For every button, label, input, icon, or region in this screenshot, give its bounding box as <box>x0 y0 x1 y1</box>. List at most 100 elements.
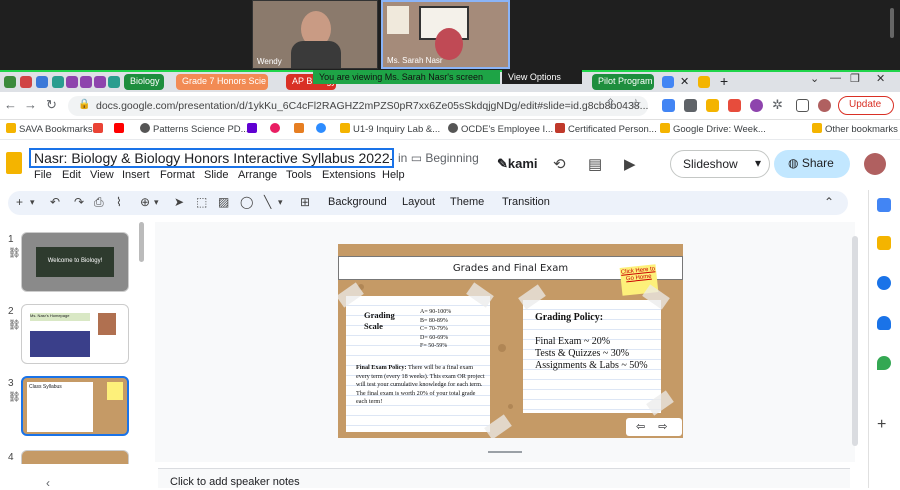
maps-icon[interactable] <box>877 356 891 370</box>
forward-icon[interactable]: → <box>24 97 37 112</box>
menu-format[interactable]: Format <box>160 169 195 181</box>
bookmark-item[interactable] <box>270 123 283 135</box>
slides-tab-favicon[interactable] <box>662 76 674 88</box>
redo-icon[interactable]: ↷ <box>74 195 84 209</box>
tab-group-biology[interactable]: Biology <box>124 74 164 90</box>
speaker-notes[interactable]: Click to add speaker notes <box>158 468 850 488</box>
tab-favicon[interactable] <box>4 76 16 88</box>
slide-thumbnail-3[interactable]: Class Syllabus <box>21 376 129 436</box>
puzzle-icon[interactable]: ✲ <box>772 97 783 113</box>
tab-favicon[interactable] <box>36 76 48 88</box>
share-button[interactable]: ◍ Share <box>774 150 850 178</box>
calendar-icon[interactable] <box>877 198 891 212</box>
close-tab-icon[interactable]: ✕ <box>680 75 689 88</box>
menu-file[interactable]: File <box>34 169 52 181</box>
menu-tools[interactable]: Tools <box>286 169 312 181</box>
print-icon[interactable]: ⎙ <box>94 195 104 210</box>
tab-favicon[interactable] <box>52 76 64 88</box>
bookmark-item[interactable]: U1-9 Inquiry Lab &... <box>340 123 440 135</box>
bookmark-item[interactable]: SAVA Bookmarks <box>6 123 93 135</box>
folder-location[interactable]: in ▭ Beginning <box>398 151 479 165</box>
extension-icon[interactable] <box>684 99 697 112</box>
version-history-icon[interactable]: ⟲ <box>553 155 566 173</box>
undo-icon[interactable]: ↶ <box>50 195 60 209</box>
filmstrip-scrollbar[interactable] <box>139 222 144 262</box>
paint-format-icon[interactable]: ⌇ <box>116 195 122 209</box>
sidepanel-toggle-icon[interactable] <box>796 99 809 112</box>
extension-icon[interactable] <box>662 99 675 112</box>
chevron-down-icon[interactable]: ▾ <box>755 156 761 170</box>
text-box-icon[interactable]: ⬚ <box>196 195 207 209</box>
participant-tile-sarah-nasr[interactable]: Ms. Sarah Nasr <box>381 0 510 69</box>
meet-camera-icon[interactable]: ▶ <box>624 155 636 173</box>
bookmark-item[interactable]: Google Drive: Week... <box>660 123 766 135</box>
slide-thumbnail-1[interactable]: Welcome to Biology! <box>21 232 129 292</box>
tasks-icon[interactable] <box>877 276 891 290</box>
close-window-icon[interactable]: ✕ <box>876 72 885 85</box>
shape-icon[interactable]: ◯ <box>240 195 253 209</box>
url-omnibox[interactable]: 🔒 docs.google.com/presentation/d/1ykKu_6… <box>68 96 648 116</box>
bookmark-star-icon[interactable]: ☆ <box>630 96 642 112</box>
chevron-down-icon[interactable]: ▾ <box>154 197 159 208</box>
reload-icon[interactable]: ↻ <box>46 97 57 113</box>
menu-extensions[interactable]: Extensions <box>322 169 376 181</box>
menu-edit[interactable]: Edit <box>62 169 81 181</box>
tab-favicon[interactable] <box>698 76 710 88</box>
chevron-down-icon[interactable]: ⌄ <box>810 72 819 85</box>
zoom-icon[interactable]: ⊕ <box>140 195 150 209</box>
meet-scrollbar[interactable] <box>890 8 894 38</box>
chevron-down-icon[interactable]: ▾ <box>278 197 283 208</box>
comment-icon[interactable]: ▤ <box>588 155 602 173</box>
tab-favicon[interactable] <box>66 76 78 88</box>
restore-icon[interactable]: ❐ <box>850 72 860 85</box>
tab-favicon[interactable] <box>108 76 120 88</box>
bookmark-item[interactable] <box>247 123 260 135</box>
kami-extension-icon[interactable] <box>750 99 763 112</box>
tab-favicon[interactable] <box>80 76 92 88</box>
bookmark-item[interactable]: Certificated Person... <box>555 123 657 135</box>
bookmark-item[interactable] <box>316 123 329 135</box>
background-button[interactable]: Background <box>328 196 387 208</box>
bookmark-item[interactable]: Patterns Science PD... <box>140 123 249 135</box>
image-icon[interactable]: ▨ <box>218 195 229 209</box>
bookmark-item[interactable]: OCDE's Employee I... <box>448 123 553 135</box>
bookmark-item[interactable] <box>114 123 127 135</box>
new-slide-icon[interactable]: + <box>16 195 23 209</box>
participant-tile-wendy[interactable]: Wendy <box>252 0 378 69</box>
bookmark-item[interactable]: Other bookmarks <box>812 123 898 135</box>
menu-help[interactable]: Help <box>382 169 405 181</box>
prev-arrow-icon[interactable]: ⇦ <box>636 421 645 433</box>
theme-button[interactable]: Theme <box>450 196 484 208</box>
comment-add-icon[interactable]: ⊞ <box>300 195 310 209</box>
next-arrow-icon[interactable]: ⇨ <box>658 421 667 433</box>
canvas-scrollbar[interactable] <box>852 236 858 446</box>
tab-favicon[interactable] <box>20 76 32 88</box>
menu-arrange[interactable]: Arrange <box>238 169 277 181</box>
layout-button[interactable]: Layout <box>402 196 435 208</box>
transition-button[interactable]: Transition <box>502 196 550 208</box>
menu-view[interactable]: View <box>90 169 114 181</box>
profile-avatar[interactable] <box>818 99 831 112</box>
contacts-icon[interactable] <box>877 316 891 330</box>
slide-thumbnail-4[interactable] <box>21 450 129 464</box>
notes-resize-handle[interactable] <box>488 451 522 453</box>
tab-favicon[interactable] <box>94 76 106 88</box>
back-icon[interactable]: ← <box>4 97 17 112</box>
bookmark-item[interactable] <box>93 123 106 135</box>
view-options-button[interactable]: View Options <box>502 70 582 84</box>
new-tab-icon[interactable]: + <box>720 73 728 89</box>
current-slide[interactable]: Grades and Final Exam Click Here to Go H… <box>338 244 683 438</box>
extension-icon[interactable] <box>706 99 719 112</box>
kami-button[interactable]: ✎kami <box>497 156 538 172</box>
menu-insert[interactable]: Insert <box>122 169 150 181</box>
collapse-toolbar-icon[interactable]: ⌃ <box>824 195 834 209</box>
update-button[interactable]: Update <box>838 96 894 115</box>
slideshow-button[interactable]: Slideshow ▾ <box>670 150 770 178</box>
tab-group-pilot-program[interactable]: Pilot Program <box>592 74 654 90</box>
keep-icon[interactable] <box>877 236 891 250</box>
select-cursor-icon[interactable]: ➤ <box>174 195 184 209</box>
share-page-icon[interactable]: ⇪ <box>605 96 616 112</box>
user-avatar[interactable] <box>864 153 886 175</box>
bookmark-item[interactable] <box>294 123 307 135</box>
slides-logo-icon[interactable] <box>6 152 22 174</box>
